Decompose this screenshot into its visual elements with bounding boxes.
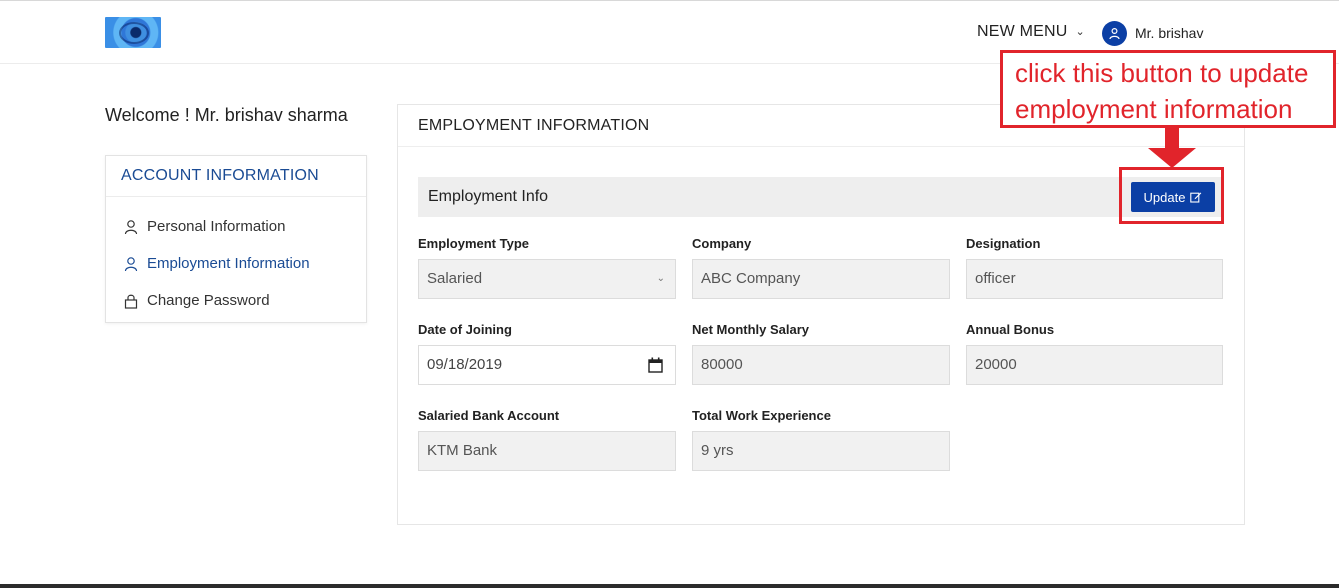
date-of-joining-field[interactable]: 09/18/2019 — [418, 345, 676, 385]
designation-field[interactable]: officer — [966, 259, 1223, 299]
employment-type-value: Salaried — [427, 270, 483, 287]
total-work-experience-value: 9 yrs — [701, 442, 734, 459]
divider — [398, 146, 1244, 147]
date-of-joining-value: 09/18/2019 — [427, 356, 503, 373]
annotation-highlight-box — [1119, 167, 1224, 224]
new-menu-label: NEW MENU — [977, 23, 1068, 40]
total-work-experience-label: Total Work Experience — [692, 408, 831, 423]
user-avatar[interactable] — [1102, 21, 1127, 46]
calendar-icon[interactable] — [648, 357, 663, 373]
employment-type-label: Employment Type — [418, 236, 530, 251]
logo[interactable] — [105, 17, 161, 48]
annual-bonus-value: 20000 — [975, 356, 1017, 373]
annual-bonus-label: Annual Bonus — [966, 322, 1055, 337]
account-sidebar: ACCOUNT INFORMATION Personal Information… — [105, 155, 367, 323]
company-value: ABC Company — [701, 270, 801, 287]
sidebar-item-personal-information[interactable]: Personal Information — [123, 218, 285, 235]
date-of-joining-label: Date of Joining — [418, 322, 512, 337]
sidebar-item-label: Change Password — [147, 292, 270, 309]
new-menu-dropdown[interactable]: NEW MENU ⌄ — [977, 23, 1085, 41]
employment-type-select[interactable]: Salaried ⌄ — [418, 259, 676, 299]
user-icon — [1109, 27, 1120, 40]
sidebar-item-employment-information[interactable]: Employment Information — [123, 255, 310, 272]
salaried-bank-account-field[interactable]: KTM Bank — [418, 431, 676, 471]
salaried-bank-account-label: Salaried Bank Account — [418, 408, 560, 423]
net-monthly-salary-value: 80000 — [701, 356, 743, 373]
arrow-down-icon — [1148, 128, 1196, 168]
welcome-message: Welcome ! Mr. brishav sharma — [105, 105, 348, 125]
user-icon — [124, 219, 138, 234]
company-field[interactable]: ABC Company — [692, 259, 950, 299]
designation-value: officer — [975, 270, 1016, 287]
lock-icon — [124, 294, 138, 309]
chevron-down-icon: ⌄ — [1075, 26, 1085, 38]
annual-bonus-field[interactable]: 20000 — [966, 345, 1223, 385]
employment-card: EMPLOYMENT INFORMATION Employment Info U… — [397, 104, 1245, 525]
total-work-experience-field[interactable]: 9 yrs — [692, 431, 950, 471]
account-title: ACCOUNT INFORMATION — [121, 167, 319, 184]
sidebar-item-label: Personal Information — [147, 218, 286, 235]
bottom-bar — [0, 584, 1339, 588]
user-name[interactable]: Mr. brishav — [1135, 25, 1203, 41]
designation-label: Designation — [966, 236, 1041, 251]
sidebar-item-label: Employment Information — [147, 255, 310, 272]
sidebar-item-change-password[interactable]: Change Password — [123, 292, 270, 309]
section-header: Employment Info — [418, 177, 1224, 217]
company-label: Company — [692, 236, 752, 251]
divider — [106, 196, 366, 197]
net-monthly-salary-label: Net Monthly Salary — [692, 322, 810, 337]
user-icon — [124, 256, 138, 271]
annotation-callout: click this button to update employment i… — [1000, 50, 1336, 128]
chevron-down-icon: ⌄ — [656, 273, 665, 284]
page-title: EMPLOYMENT INFORMATION — [418, 117, 650, 134]
section-title: Employment Info — [428, 188, 549, 205]
annotation-text: click this button to update employment i… — [1015, 58, 1309, 124]
net-monthly-salary-field[interactable]: 80000 — [692, 345, 950, 385]
salaried-bank-account-value: KTM Bank — [427, 442, 498, 459]
